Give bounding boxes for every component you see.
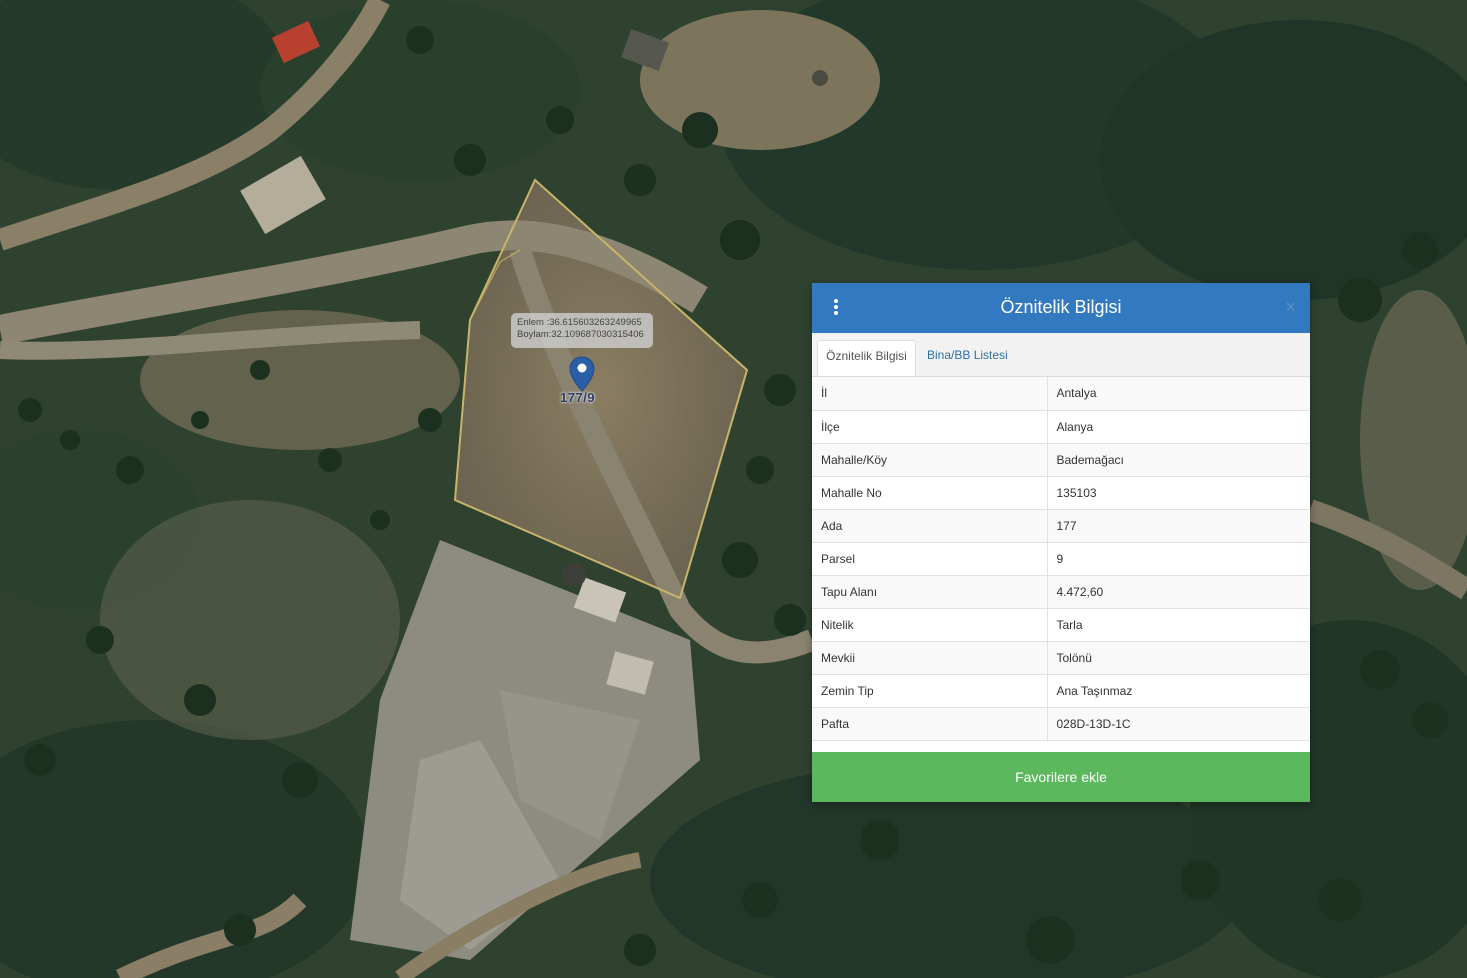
close-icon[interactable]: ×: [1285, 297, 1296, 317]
table-row: İl Antalya: [812, 377, 1310, 411]
map-marker-icon[interactable]: [569, 356, 595, 392]
longitude-text: Boylam:32.109687030315406: [517, 329, 644, 340]
attr-key: İl: [812, 377, 1048, 411]
attr-key: Tapu Alanı: [812, 575, 1048, 609]
attr-key: Mahalle No: [812, 476, 1048, 510]
attr-value: 177: [1047, 509, 1310, 543]
attr-value: Alanya: [1047, 410, 1310, 444]
panel-header: Öznitelik Bilgisi ×: [812, 283, 1310, 333]
attribute-table: İl Antalya İlçe Alanya Mahalle/Köy Bademağa…: [812, 377, 1310, 741]
attr-value: Tolönü: [1047, 641, 1310, 675]
coordinate-tooltip: Enlem :36.615603263249965 Boylam:32.1096…: [511, 313, 653, 348]
attr-value: Tarla: [1047, 608, 1310, 642]
table-row: Nitelik Tarla: [812, 608, 1310, 642]
add-to-favorites-button[interactable]: Favorilere ekle: [812, 752, 1310, 802]
parcel-label: 177/9: [560, 390, 596, 405]
attr-value: Bademağacı: [1047, 443, 1310, 477]
attr-value: Antalya: [1047, 377, 1310, 411]
attr-key: Mevkii: [812, 641, 1048, 675]
table-row: Mahalle No 135103: [812, 476, 1310, 510]
attr-value: Ana Taşınmaz: [1047, 674, 1310, 708]
table-row: Ada 177: [812, 509, 1310, 543]
attr-key: Ada: [812, 509, 1048, 543]
table-row: Pafta 028D-13D-1C: [812, 707, 1310, 741]
table-row: Zemin Tip Ana Taşınmaz: [812, 674, 1310, 708]
table-row: Mahalle/Köy Bademağacı: [812, 443, 1310, 477]
attr-key: İlçe: [812, 410, 1048, 444]
attr-value: 028D-13D-1C: [1047, 707, 1310, 741]
attr-key: Mahalle/Köy: [812, 443, 1048, 477]
table-row: Mevkii Tolönü: [812, 641, 1310, 675]
table-row: Tapu Alanı 4.472,60: [812, 575, 1310, 609]
attr-value: 135103: [1047, 476, 1310, 510]
tab-oznitelik-bilgisi[interactable]: Öznitelik Bilgisi: [817, 340, 916, 376]
table-row: Parsel 9: [812, 542, 1310, 576]
attr-key: Pafta: [812, 707, 1048, 741]
latitude-text: Enlem :36.615603263249965: [517, 317, 642, 328]
attr-value: 9: [1047, 542, 1310, 576]
tab-bar: Öznitelik Bilgisi Bina/BB Listesi: [812, 333, 1310, 377]
attribute-panel: Öznitelik Bilgisi × Öznitelik Bilgisi Bi…: [812, 283, 1310, 802]
attr-key: Nitelik: [812, 608, 1048, 642]
attr-value: 4.472,60: [1047, 575, 1310, 609]
tab-bina-bb-listesi[interactable]: Bina/BB Listesi: [927, 340, 1008, 376]
table-row: İlçe Alanya: [812, 410, 1310, 444]
panel-title: Öznitelik Bilgisi: [1000, 297, 1122, 317]
attr-key: Zemin Tip: [812, 674, 1048, 708]
attr-key: Parsel: [812, 542, 1048, 576]
